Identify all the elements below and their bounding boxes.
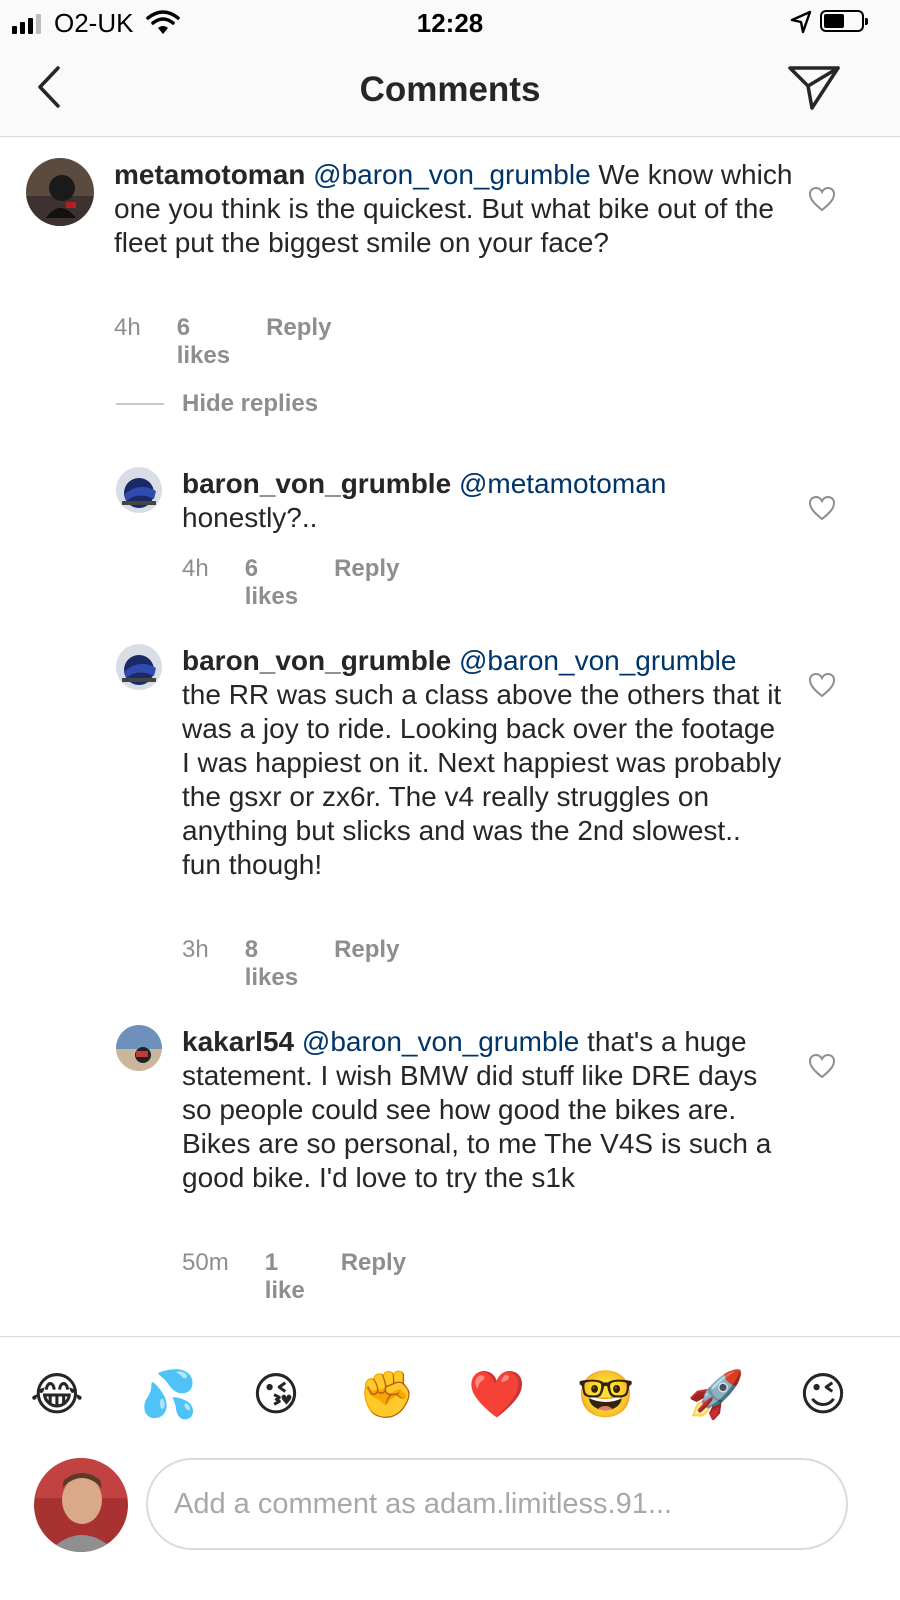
reply-mention[interactable]: @baron_von_grumble (302, 1026, 579, 1057)
reply-button[interactable]: Reply (334, 555, 399, 611)
reply-body: kakarl54 @baron_von_grumble that's a hug… (182, 1025, 782, 1195)
reply-text: honestly?.. (182, 502, 318, 533)
comment-body: metamotoman @baron_von_grumble We know w… (114, 158, 794, 260)
like-heart-icon[interactable] (808, 1053, 836, 1079)
emoji-kiss-button[interactable]: 😘 (249, 1367, 303, 1421)
emoji-quick-bar: 😂 💦 😘 ✊ ❤️ 🤓 🚀 😉 (0, 1336, 900, 1447)
reply-likes[interactable]: 8 likes (245, 936, 298, 992)
status-time: 12:28 (416, 8, 484, 38)
avatar[interactable] (116, 644, 162, 690)
navigation-bar: Comments (0, 46, 900, 137)
emoji-sweat-droplets-button[interactable]: 💦 (140, 1367, 197, 1421)
reply-button[interactable]: Reply (334, 936, 399, 992)
reply-button[interactable]: Reply (341, 1249, 406, 1305)
emoji-rocket-button[interactable]: 🚀 (687, 1367, 744, 1421)
emoji-raised-fist-button[interactable]: ✊ (358, 1367, 415, 1421)
comment-meta: 4h 6 likes Reply (114, 314, 331, 370)
comment-username[interactable]: metamotoman (114, 159, 305, 190)
reply-button[interactable]: Reply (266, 314, 331, 370)
reply-username[interactable]: kakarl54 (182, 1026, 294, 1057)
status-bar: O2-UK 12:28 (0, 0, 900, 46)
direct-send-icon[interactable] (786, 62, 842, 112)
battery-icon (820, 10, 868, 32)
current-user-avatar (34, 1458, 128, 1552)
page-title: Comments (359, 70, 541, 109)
reply-text: the RR was such a class above the others… (182, 679, 782, 880)
like-heart-icon[interactable] (808, 186, 836, 212)
comment-time: 4h (114, 314, 141, 341)
emoji-wink-button[interactable]: 😉 (796, 1367, 850, 1421)
comment-composer (0, 1446, 900, 1600)
location-arrow-icon (790, 10, 812, 34)
hide-replies-toggle[interactable]: Hide replies (116, 390, 318, 418)
reply-likes[interactable]: 1 like (265, 1249, 305, 1305)
avatar[interactable] (116, 467, 162, 513)
comment-mention[interactable]: @baron_von_grumble (313, 159, 590, 190)
hide-replies-label: Hide replies (182, 390, 319, 417)
reply-time: 50m (182, 1249, 229, 1276)
reply-username[interactable]: baron_von_grumble (182, 468, 451, 499)
avatar[interactable] (116, 1025, 162, 1071)
emoji-tears-of-joy-button[interactable]: 😂 (30, 1367, 84, 1421)
reply-mention[interactable]: @baron_von_grumble (459, 645, 736, 676)
reply-likes[interactable]: 6 likes (245, 555, 298, 611)
divider-line (116, 403, 164, 405)
reply-body: baron_von_grumble @metamotoman honestly?… (182, 467, 782, 535)
reply-time: 4h (182, 555, 209, 582)
reply-mention[interactable]: @metamotoman (459, 468, 666, 499)
reply-username[interactable]: baron_von_grumble (182, 645, 451, 676)
reply-meta: 50m 1 like Reply (182, 1249, 406, 1305)
reply-meta: 4h 6 likes Reply (182, 555, 399, 611)
reply-time: 3h (182, 936, 209, 963)
comment-likes[interactable]: 6 likes (177, 314, 230, 370)
reply-body: baron_von_grumble @baron_von_grumble the… (182, 644, 782, 882)
emoji-nerd-face-button[interactable]: 🤓 (577, 1367, 634, 1421)
emoji-red-heart-button[interactable]: ❤️ (468, 1367, 525, 1421)
reply-meta: 3h 8 likes Reply (182, 936, 399, 992)
avatar[interactable] (26, 158, 94, 226)
like-heart-icon[interactable] (808, 495, 836, 521)
add-comment-input[interactable] (146, 1458, 848, 1550)
like-heart-icon[interactable] (808, 672, 836, 698)
